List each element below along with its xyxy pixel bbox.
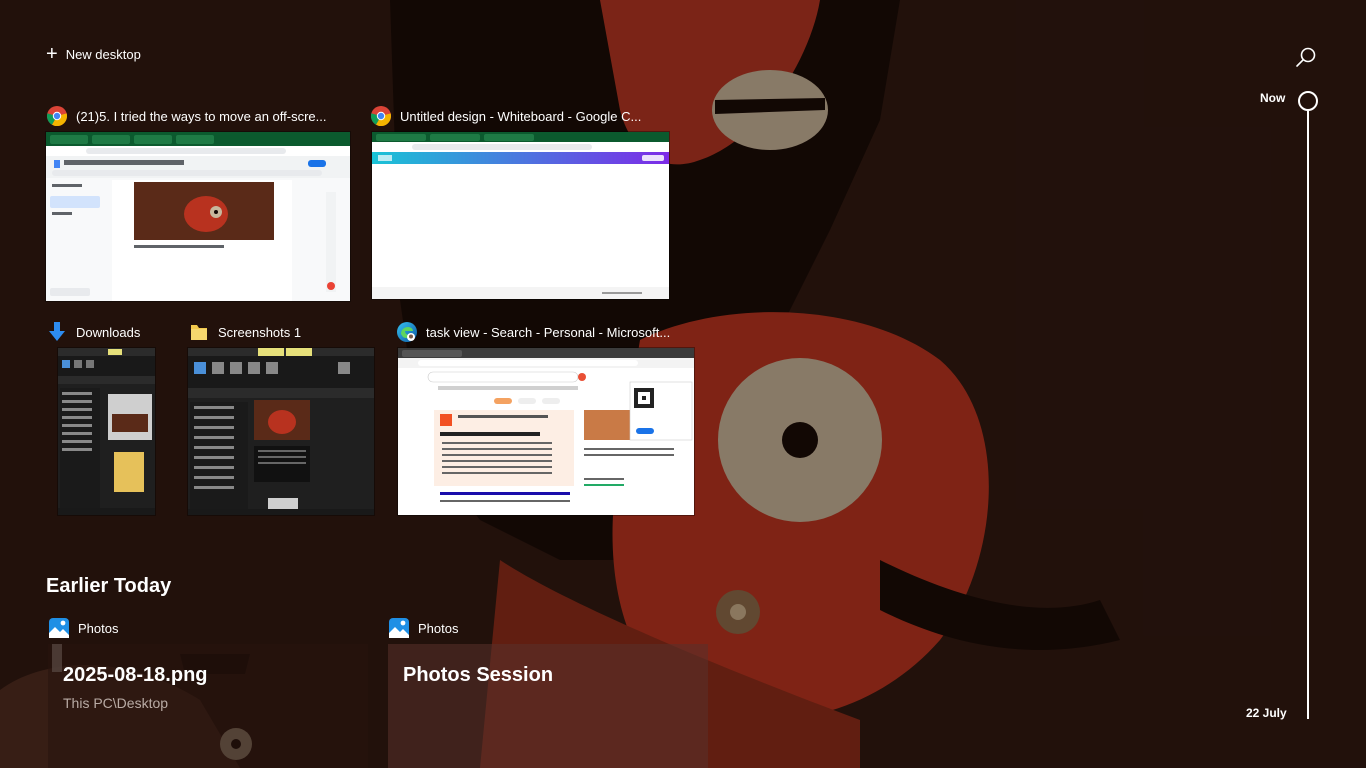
activity-card-photo-file[interactable]: 2025-08-18.png This PC\Desktop bbox=[48, 644, 368, 768]
plus-icon: + bbox=[46, 43, 58, 65]
window-title: Untitled design - Whiteboard - Google C.… bbox=[400, 108, 642, 124]
chrome-icon bbox=[46, 106, 68, 127]
thumbnail-preview-explorer bbox=[188, 348, 374, 515]
activity-title: Photos Session bbox=[403, 664, 554, 686]
timeline-date-label: 22 July bbox=[1246, 706, 1287, 720]
window-title: task view - Search - Personal - Microsof… bbox=[426, 324, 671, 340]
photos-icon bbox=[389, 618, 409, 638]
activity-app-label-photos: Photos bbox=[388, 617, 458, 639]
file-thumbnail-strip bbox=[52, 644, 62, 672]
timeline-section-title: Earlier Today bbox=[46, 575, 172, 597]
timeline-track[interactable] bbox=[1307, 111, 1309, 719]
task-window-chrome-docs[interactable]: (21)5. I tried the ways to move an off-s… bbox=[46, 104, 350, 301]
new-desktop-label: New desktop bbox=[65, 46, 141, 62]
window-thumbnail[interactable] bbox=[46, 132, 350, 301]
window-title: Downloads bbox=[76, 324, 141, 340]
timeline-scrubber-handle[interactable] bbox=[1298, 91, 1318, 111]
window-thumbnail[interactable] bbox=[58, 348, 155, 515]
search-icon[interactable] bbox=[1294, 46, 1318, 70]
photos-icon bbox=[49, 618, 69, 638]
timeline-now-label: Now bbox=[1260, 91, 1286, 105]
window-thumbnail[interactable] bbox=[398, 348, 694, 515]
thumbnail-preview-docs bbox=[46, 132, 350, 301]
thumbnail-preview-whiteboard bbox=[372, 132, 669, 299]
window-title: Screenshots 1 bbox=[218, 324, 302, 340]
activity-app-name: Photos bbox=[78, 620, 119, 636]
activity-subtitle: This PC\Desktop bbox=[63, 695, 169, 711]
task-window-edge-search[interactable]: task view - Search - Personal - Microsof… bbox=[396, 320, 694, 515]
activity-app-name: Photos bbox=[418, 620, 459, 636]
chrome-icon bbox=[370, 106, 392, 127]
new-desktop-button[interactable]: + New desktop bbox=[46, 44, 141, 64]
window-thumbnail[interactable] bbox=[372, 132, 669, 299]
thumbnail-preview-explorer bbox=[58, 348, 155, 515]
window-title: (21)5. I tried the ways to move an off-s… bbox=[76, 108, 327, 124]
edge-icon bbox=[397, 322, 417, 342]
activity-app-label-photos: Photos bbox=[48, 617, 118, 639]
window-thumbnail[interactable] bbox=[188, 348, 374, 515]
download-arrow-icon bbox=[49, 322, 65, 341]
task-window-screenshots-folder[interactable]: Screenshots 1 bbox=[188, 320, 374, 515]
activity-title: 2025-08-18.png bbox=[63, 664, 208, 686]
folder-icon bbox=[191, 325, 207, 340]
thumbnail-preview-bing bbox=[398, 348, 694, 502]
activity-card-photos-session[interactable]: Photos Session bbox=[388, 644, 708, 768]
task-window-chrome-whiteboard[interactable]: Untitled design - Whiteboard - Google C.… bbox=[370, 104, 669, 299]
task-window-downloads[interactable]: Downloads bbox=[46, 320, 166, 515]
